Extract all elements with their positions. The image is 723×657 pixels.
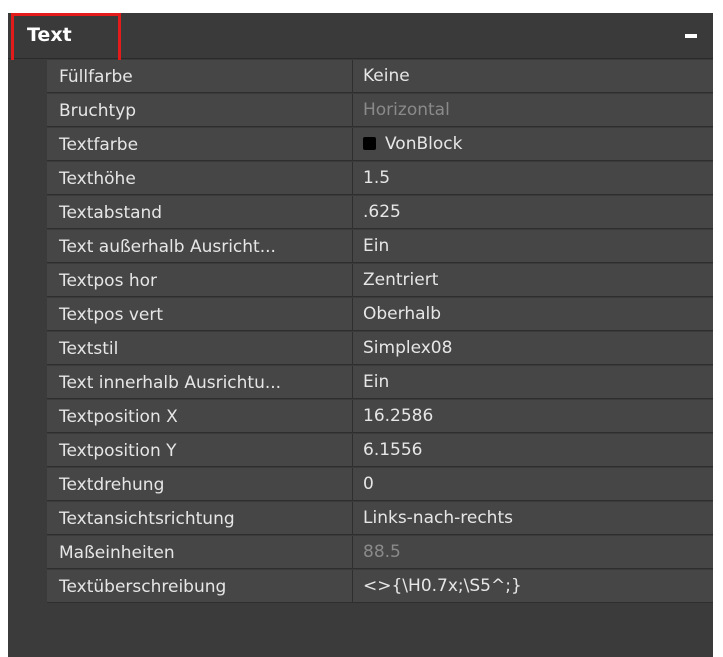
property-value[interactable]: 16.2586 <box>353 400 713 433</box>
property-row[interactable]: Bruchtyp Horizontal <box>47 94 713 128</box>
property-value[interactable]: Ein <box>353 366 713 399</box>
property-name: Textdrehung <box>47 468 353 501</box>
property-name: Textabstand <box>47 196 353 229</box>
property-name: Füllfarbe <box>47 60 353 93</box>
property-name: Maßeinheiten <box>47 536 353 569</box>
property-name: Texthöhe <box>47 162 353 195</box>
property-name: Textposition X <box>47 400 353 433</box>
property-name: Bruchtyp <box>47 94 353 127</box>
property-row[interactable]: Füllfarbe Keine <box>47 60 713 94</box>
property-row[interactable]: Text innerhalb Ausrichtu... Ein <box>47 366 713 400</box>
property-row[interactable]: Textdrehung 0 <box>47 468 713 502</box>
property-row[interactable]: Maßeinheiten 88.5 <box>47 536 713 570</box>
properties-panel: Text Füllfarbe Keine Bruchtyp Horizontal Tex… <box>8 13 713 657</box>
property-name: Text innerhalb Ausrichtu... <box>47 366 353 399</box>
minus-icon[interactable] <box>681 23 703 45</box>
panel-gutter <box>8 60 47 657</box>
property-row[interactable]: Textüberschreibung <>{\H0.7x;\S5^;} <box>47 570 713 604</box>
property-row[interactable]: Textposition X 16.2586 <box>47 400 713 434</box>
property-row[interactable]: Textpos hor Zentriert <box>47 264 713 298</box>
property-row[interactable]: Textansichtsrichtung Links-nach-rechts <box>47 502 713 536</box>
property-row[interactable]: Textpos vert Oberhalb <box>47 298 713 332</box>
property-value[interactable]: Links-nach-rechts <box>353 502 713 535</box>
property-list: Füllfarbe Keine Bruchtyp Horizontal Textfarb… <box>47 60 713 604</box>
property-name: Textstil <box>47 332 353 365</box>
section-header-text[interactable]: Text <box>8 13 713 59</box>
property-row[interactable]: Textfarbe VonBlock <box>47 128 713 162</box>
property-name: Textposition Y <box>47 434 353 467</box>
property-name: Text außerhalb Ausricht... <box>47 230 353 263</box>
property-value[interactable]: <>{\H0.7x;\S5^;} <box>353 570 713 603</box>
property-value: 88.5 <box>353 536 713 569</box>
property-value[interactable]: Ein <box>353 230 713 263</box>
property-value[interactable]: 0 <box>353 468 713 501</box>
property-value-text: VonBlock <box>385 134 463 154</box>
property-value[interactable]: 6.1556 <box>353 434 713 467</box>
color-swatch-icon <box>363 137 376 150</box>
property-value[interactable]: 1.5 <box>353 162 713 195</box>
property-name: Textpos vert <box>47 298 353 331</box>
property-value[interactable]: Keine <box>353 60 713 93</box>
property-row[interactable]: Textstil Simplex08 <box>47 332 713 366</box>
property-value: Horizontal <box>353 94 713 127</box>
property-row[interactable]: Texthöhe 1.5 <box>47 162 713 196</box>
property-name: Textpos hor <box>47 264 353 297</box>
property-value[interactable]: .625 <box>353 196 713 229</box>
property-value[interactable]: Oberhalb <box>353 298 713 331</box>
property-row[interactable]: Textabstand .625 <box>47 196 713 230</box>
property-row[interactable]: Text außerhalb Ausricht... Ein <box>47 230 713 264</box>
property-row[interactable]: Textposition Y 6.1556 <box>47 434 713 468</box>
property-name: Textfarbe <box>47 128 353 161</box>
section-title: Text <box>27 24 72 46</box>
property-name: Textüberschreibung <box>47 570 353 603</box>
property-value[interactable]: Simplex08 <box>353 332 713 365</box>
property-value[interactable]: Zentriert <box>353 264 713 297</box>
property-name: Textansichtsrichtung <box>47 502 353 535</box>
property-value[interactable]: VonBlock <box>353 128 713 161</box>
